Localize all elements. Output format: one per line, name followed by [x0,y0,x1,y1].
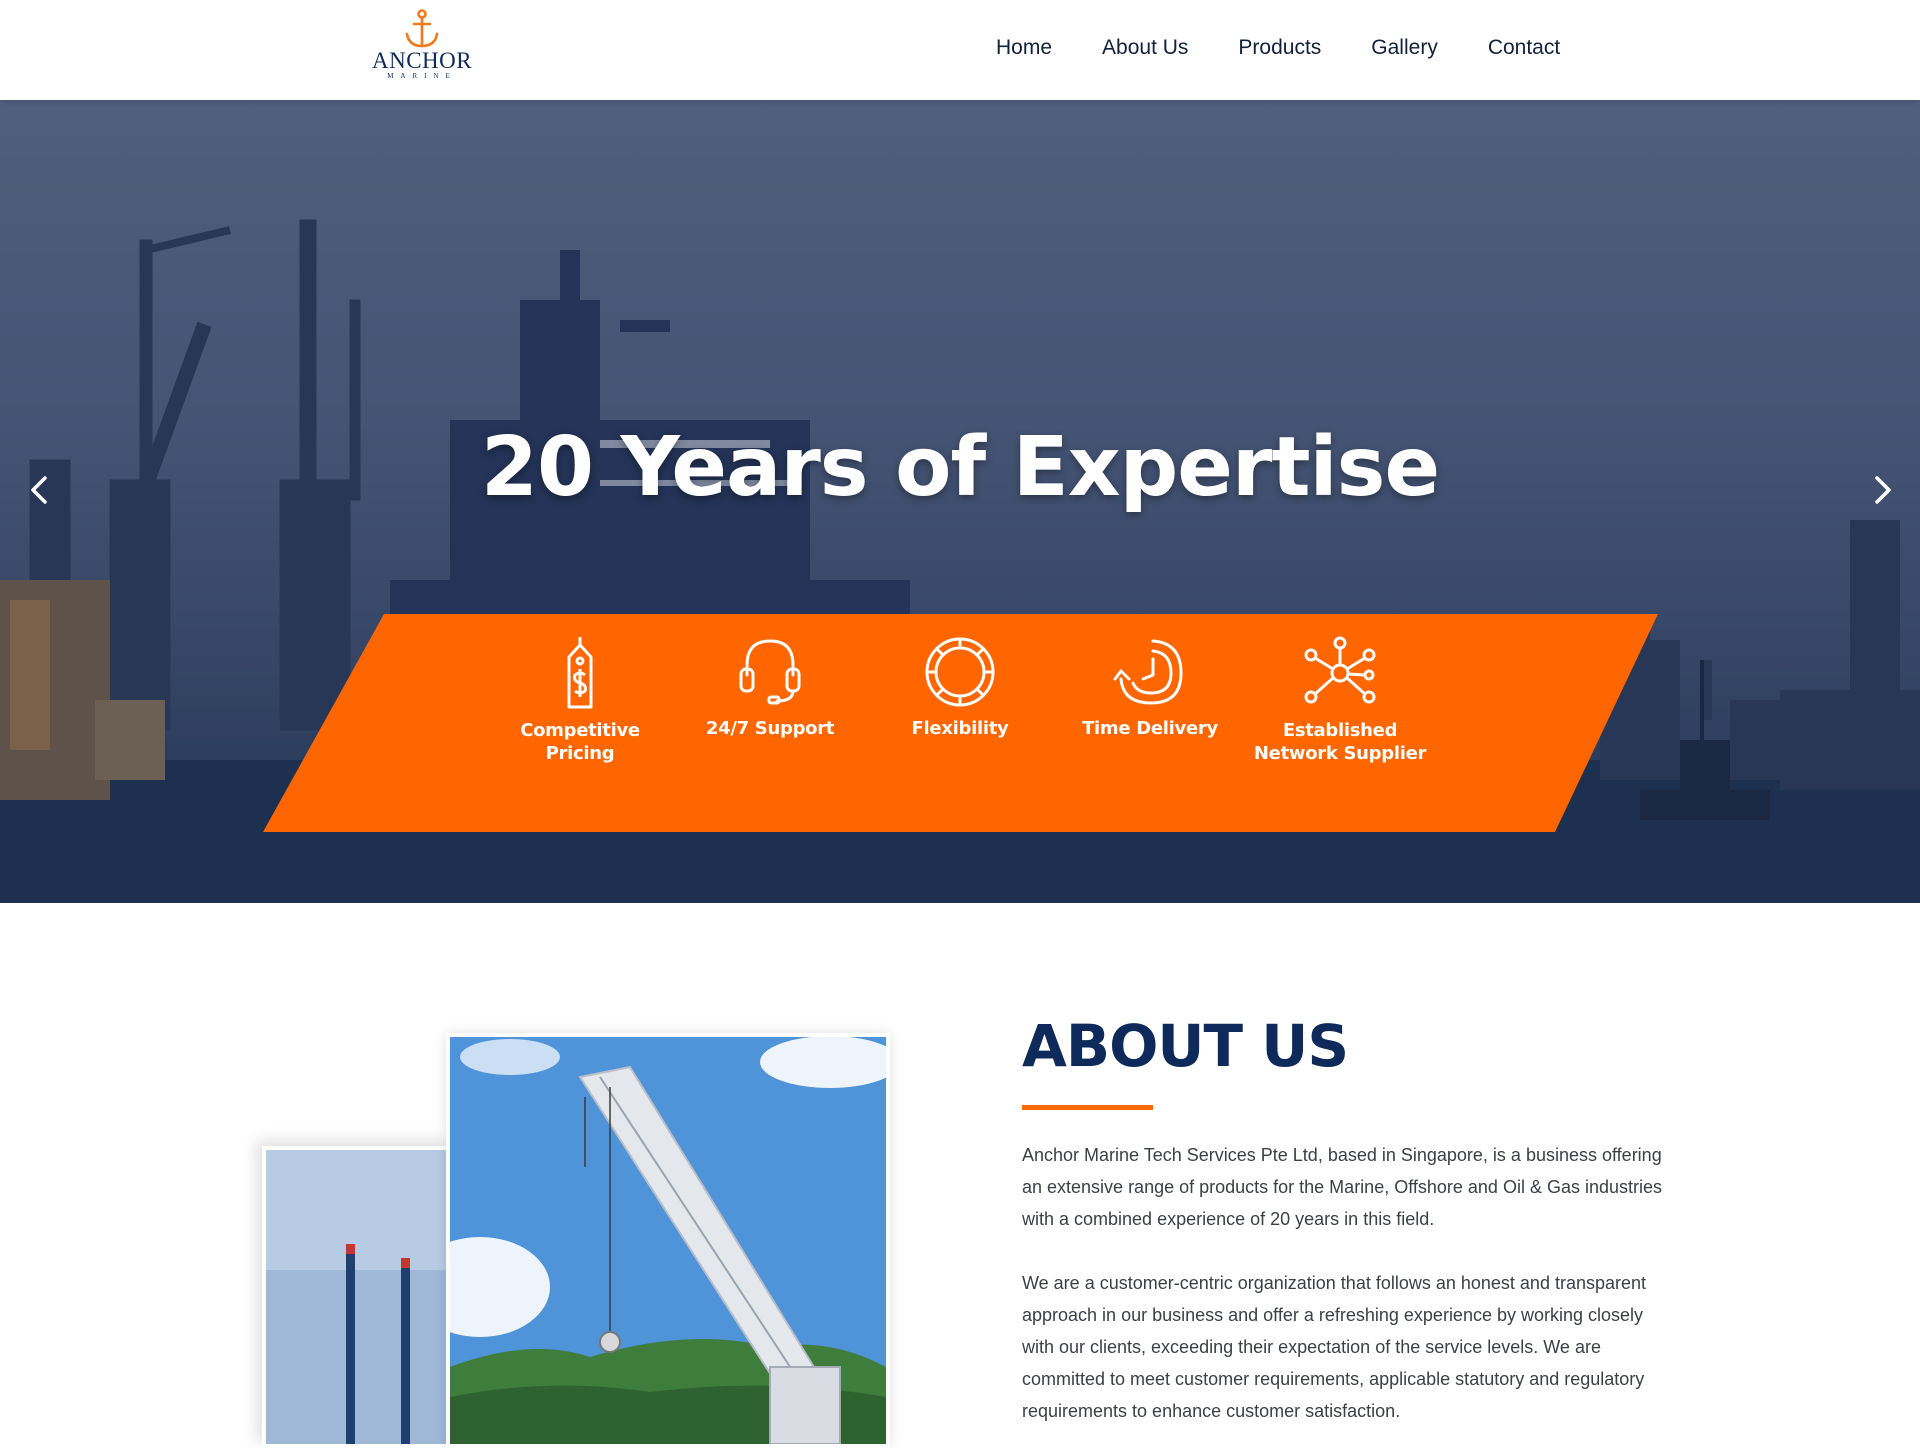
feature-flexibility: Flexibility [865,635,1055,740]
nav-contact[interactable]: Contact [1488,36,1560,60]
about-photo-secondary [262,1146,454,1448]
logo-wordmark: ANCHOR [372,48,473,73]
feature-label: Time Delivery [1082,718,1218,739]
feature-label: Established Network Supplier [1253,720,1427,764]
price-tag-icon [567,637,593,709]
about-title-underline [1022,1105,1153,1110]
feature-label: Competitive Pricing [520,720,640,764]
crane-image [450,1037,886,1444]
about-title: ABOUT US [1022,1012,1349,1080]
nav-products[interactable]: Products [1238,36,1321,60]
chevron-right-icon [1875,476,1891,504]
anchor-icon [405,9,439,48]
feature-support: 24/7 Support [675,635,865,740]
nav-about-us[interactable]: About Us [1102,36,1188,60]
flexible-circle-icon [925,637,995,707]
about-paragraph: Anchor Marine Tech Services Pte Ltd, bas… [1022,1145,1663,1229]
main-nav: Home About Us Products Gallery Contact [996,36,1610,60]
next-slide-button[interactable] [1862,470,1902,510]
about-paragraph: We are a customer-centric organization t… [1022,1273,1647,1421]
site-header: ANCHOR MARINE Home About Us Products Gal… [0,0,1920,100]
chevron-left-icon [31,476,47,504]
headset-icon [739,639,801,705]
nav-gallery[interactable]: Gallery [1371,36,1438,60]
network-icon [1304,636,1376,704]
hero-title: 20 Years of Expertise [480,420,1440,515]
feature-competitive-pricing: Competitive Pricing [485,635,675,765]
stacks-image [266,1150,450,1444]
feature-network-supplier: Established Network Supplier [1245,635,1435,765]
about-photo-main [446,1033,890,1448]
logo[interactable]: ANCHOR MARINE [372,8,472,92]
feature-label: 24/7 Support [705,718,835,739]
feature-time-delivery: Time Delivery [1055,635,1245,740]
hero-slider: 20 Years of Expertise Competitive Pricin… [0,100,1920,903]
clock-arrow-icon [1113,639,1183,705]
nav-home[interactable]: Home [996,36,1052,60]
prev-slide-button[interactable] [20,470,60,510]
feature-label: Flexibility [911,718,1009,739]
